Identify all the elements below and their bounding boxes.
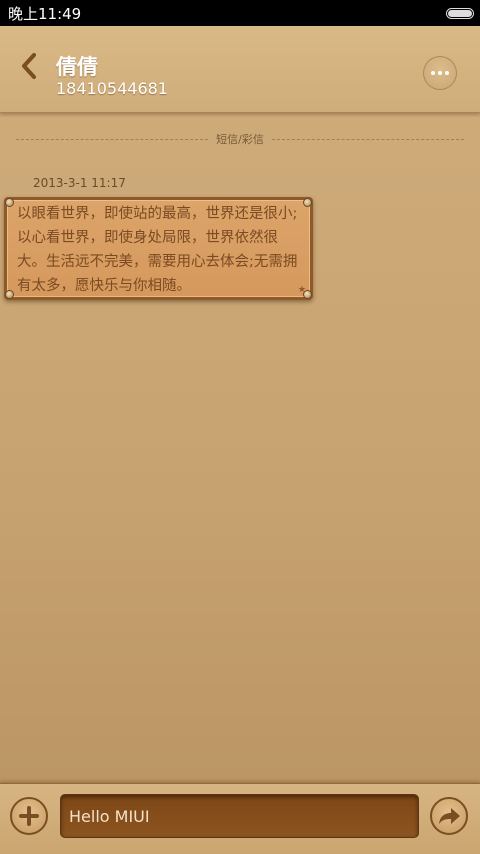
message-timestamp: 2013-3-1 11:17 — [33, 176, 126, 190]
message-type-divider: 短信/彩信 — [16, 132, 464, 146]
contact-number: 18410544681 — [56, 79, 168, 98]
contact-name: 倩倩 — [56, 55, 98, 79]
star-icon: ★ — [297, 285, 306, 295]
more-dot — [445, 71, 449, 75]
status-bar: 晚上11:49 — [0, 0, 480, 26]
rivet-decoration — [5, 198, 14, 207]
plus-icon — [19, 806, 39, 826]
chevron-left-icon — [22, 53, 36, 79]
more-options-button[interactable] — [423, 56, 457, 90]
more-dots-icon — [431, 71, 435, 75]
divider-label: 短信/彩信 — [216, 133, 264, 146]
compose-bar — [0, 783, 480, 854]
message-input[interactable] — [60, 794, 419, 838]
divider-line-left — [16, 138, 209, 140]
message-bubble[interactable]: 以眼看世界，即使站的最高，世界还是很小;以心看世界，即使身处局限，世界依然很大。… — [4, 197, 313, 300]
rivet-decoration — [303, 198, 312, 207]
send-button[interactable] — [430, 797, 468, 835]
send-arrow-icon — [439, 808, 460, 824]
attach-button[interactable] — [10, 797, 48, 835]
status-time: 晚上11:49 — [8, 4, 82, 23]
divider-line-right — [271, 138, 464, 140]
conversation-header: 倩倩 18410544681 — [0, 26, 480, 113]
message-text: 以眼看世界，即使站的最高，世界还是很小;以心看世界，即使身处局限，世界依然很大。… — [17, 206, 298, 294]
rivet-decoration — [5, 290, 14, 299]
back-button[interactable] — [14, 48, 44, 84]
more-dot — [438, 71, 442, 75]
battery-icon — [446, 7, 474, 19]
